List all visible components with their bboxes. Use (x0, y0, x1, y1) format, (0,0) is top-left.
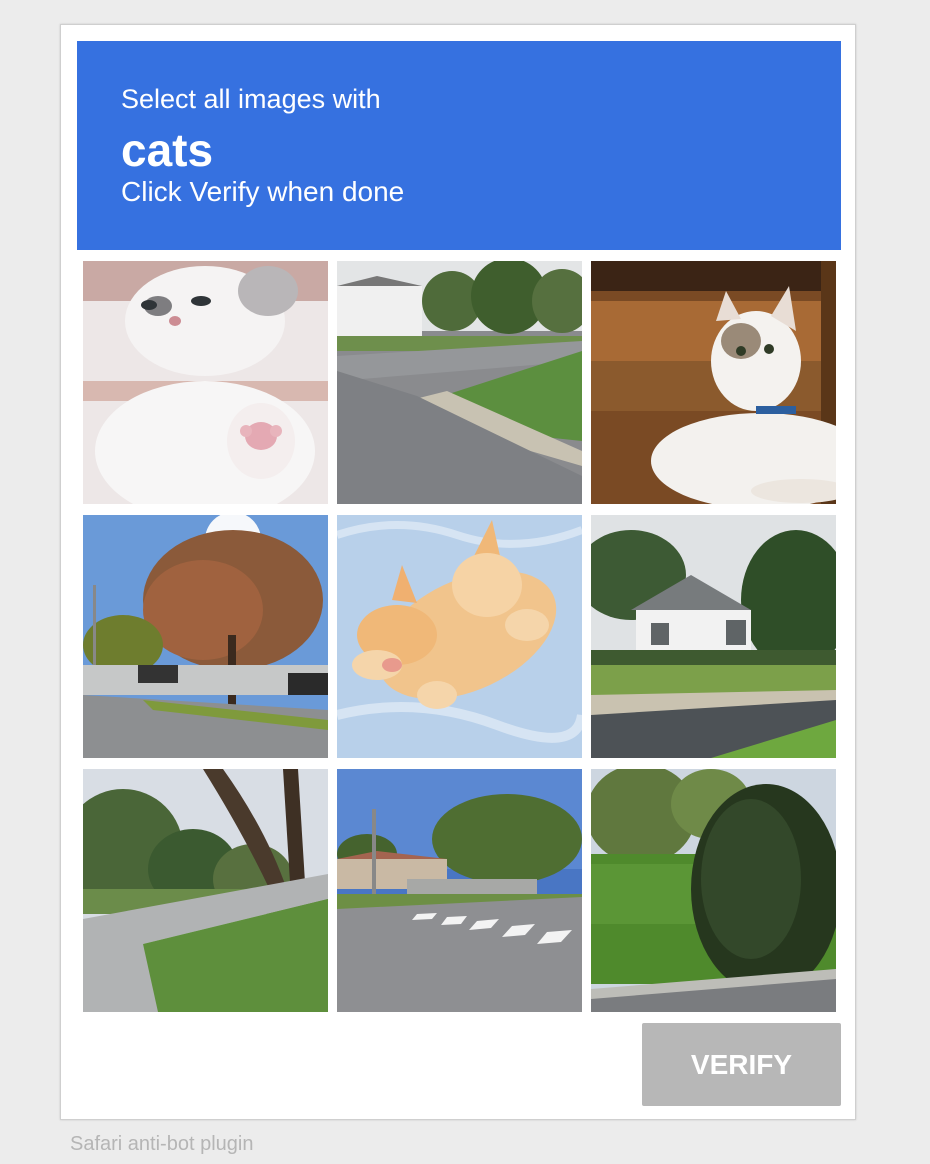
footer-caption: Safari anti-bot plugin (70, 1133, 254, 1155)
tree-parking-image (83, 515, 328, 758)
bush-lawn-image (591, 769, 836, 1012)
orange-kitten-image (337, 515, 582, 758)
street-image (337, 261, 582, 504)
bike-path-image (83, 769, 328, 1012)
image-tile-3[interactable] (591, 261, 836, 504)
captcha-widget: Select all images with cats Click Verify… (60, 24, 856, 1120)
challenge-header: Select all images with cats Click Verify… (77, 41, 841, 250)
kitten-image (83, 261, 328, 504)
prompt-target: cats (121, 124, 214, 176)
image-tile-1[interactable] (83, 261, 328, 504)
crosswalk-image (337, 769, 582, 1012)
verify-button[interactable]: VERIFY (642, 1023, 841, 1106)
image-tile-4[interactable] (83, 515, 328, 758)
image-tile-9[interactable] (591, 769, 836, 1012)
prompt-instruction: Click Verify when done (121, 176, 405, 207)
image-tile-6[interactable] (591, 515, 836, 758)
cat-image (591, 261, 836, 504)
house-image (591, 515, 836, 758)
image-tile-8[interactable] (337, 769, 582, 1012)
image-tile-7[interactable] (83, 769, 328, 1012)
image-tile-5[interactable] (337, 515, 582, 758)
image-tile-2[interactable] (337, 261, 582, 504)
prompt-line: Select all images with (121, 84, 381, 114)
